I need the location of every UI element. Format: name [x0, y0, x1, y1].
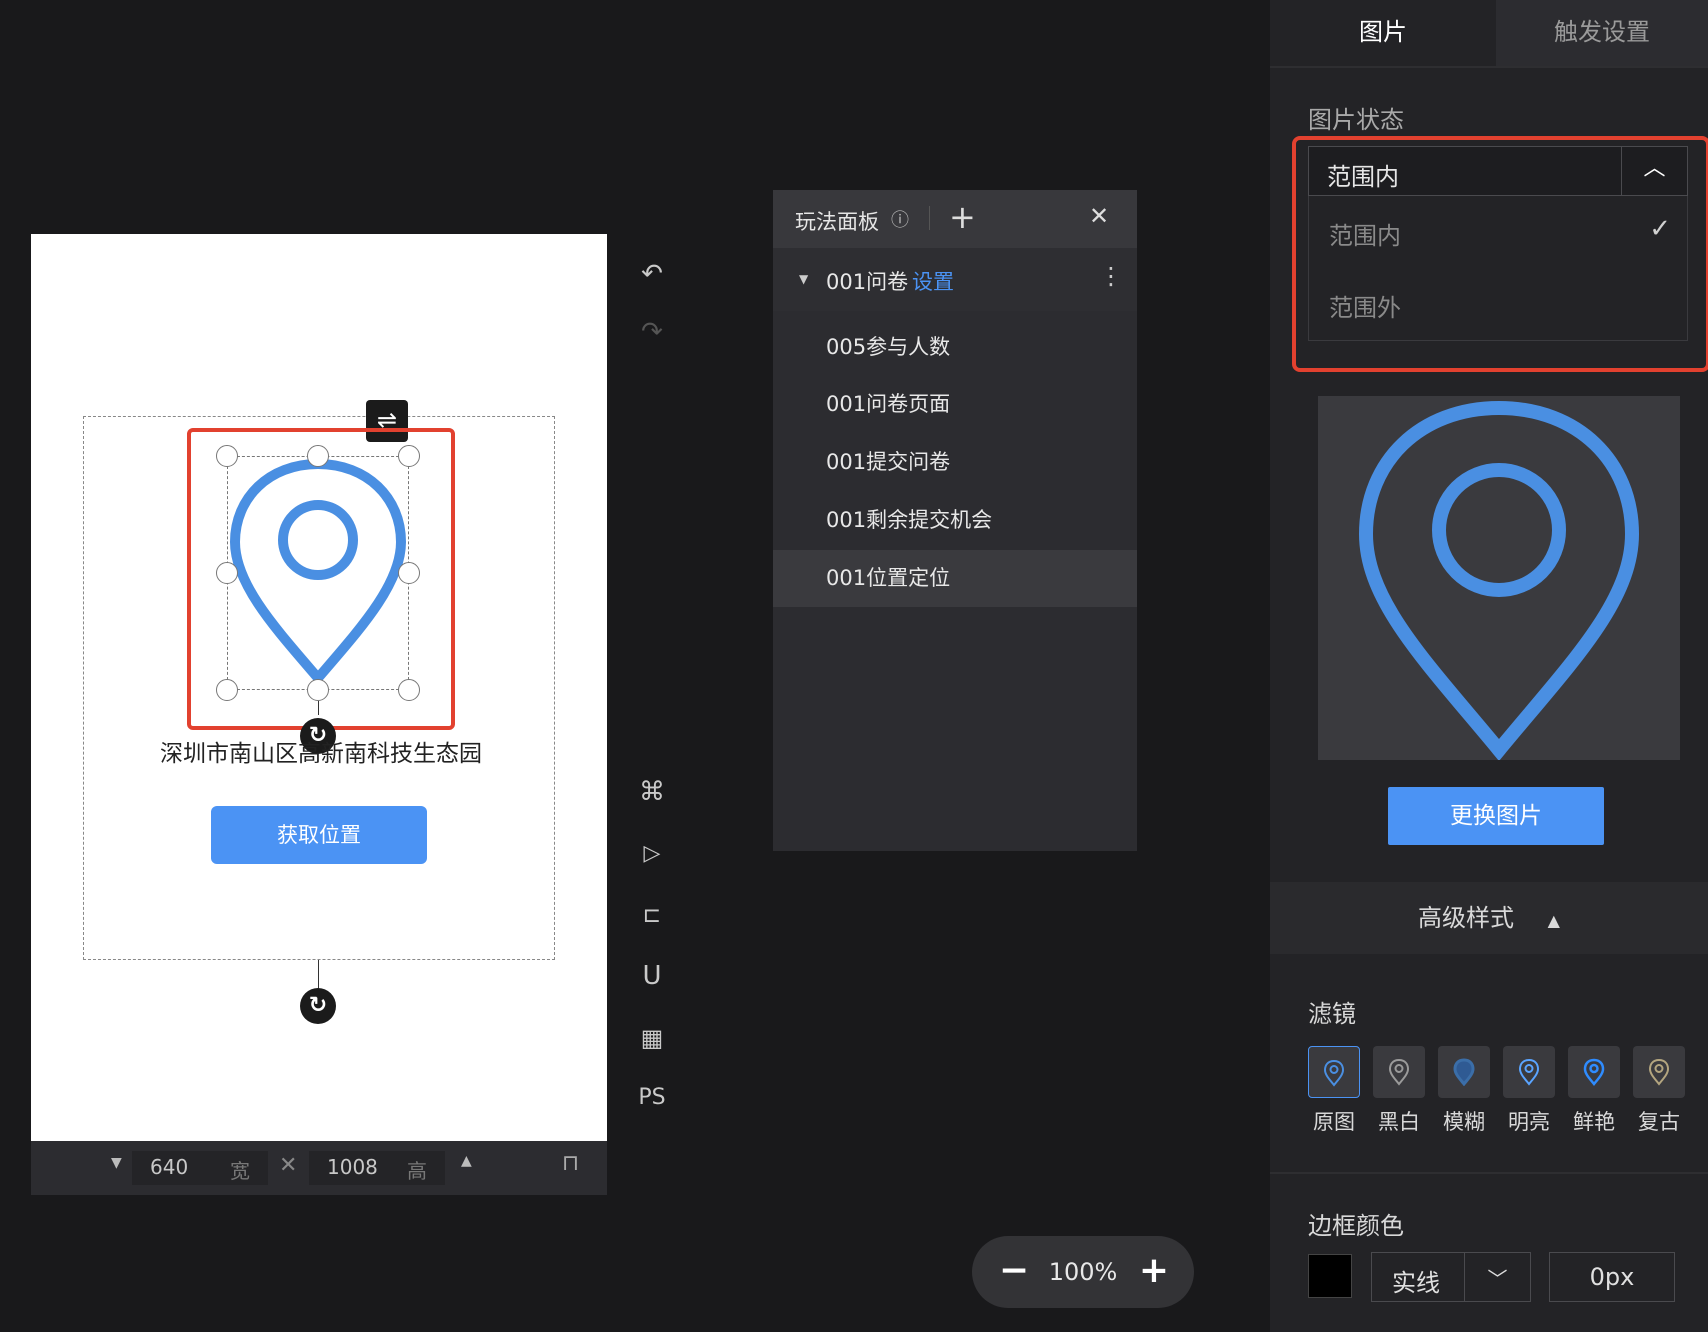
- image-state-label: 图片状态: [1308, 106, 1404, 134]
- preset-dropdown-icon[interactable]: ▼: [111, 1155, 122, 1171]
- pin-thumb-icon: [1323, 1059, 1345, 1087]
- command-icon[interactable]: ⌘: [632, 772, 672, 812]
- address-text[interactable]: 深圳市南山区高新南科技生态园: [131, 734, 511, 768]
- filter-label-bw: 黑白: [1378, 1110, 1420, 1134]
- border-color-label: 边框颜色: [1308, 1212, 1404, 1240]
- filter-blur[interactable]: [1438, 1046, 1490, 1098]
- get-location-button[interactable]: 获取位置: [211, 806, 427, 864]
- close-icon[interactable]: ✕: [1089, 202, 1109, 230]
- caret-down-icon[interactable]: ▼: [799, 272, 808, 286]
- advanced-style-toggle[interactable]: 高级样式 ▲: [1270, 882, 1708, 954]
- zoom-control: − 100% +: [972, 1236, 1194, 1308]
- zoom-in-icon[interactable]: +: [1132, 1248, 1176, 1296]
- highlight-box-dropdown: [1292, 136, 1708, 372]
- filter-original[interactable]: [1308, 1046, 1360, 1098]
- pin-thumb-icon: [1518, 1058, 1540, 1086]
- group-settings-link[interactable]: 设置: [912, 266, 954, 296]
- pin-thumb-icon: [1388, 1058, 1410, 1086]
- filter-label-original: 原图: [1313, 1110, 1355, 1134]
- chevron-down-icon[interactable]: ﹀: [1464, 1253, 1530, 1301]
- divider: [929, 206, 930, 230]
- rotate-line: [318, 701, 319, 715]
- properties-panel: 图片 触发设置 图片状态 范围内 ︿ 范围内 ✓ 范围外 更换图片 高级样式 ▲…: [1270, 0, 1708, 1332]
- ps-button[interactable]: PS: [632, 1078, 672, 1118]
- filter-vivid[interactable]: [1568, 1046, 1620, 1098]
- list-item[interactable]: 001提交问卷: [773, 434, 1137, 491]
- list-item[interactable]: 001剩余提交机会: [773, 492, 1137, 549]
- zoom-out-icon[interactable]: −: [992, 1248, 1036, 1296]
- pin-thumb-icon: [1453, 1058, 1475, 1087]
- triangle-up-icon: ▲: [1547, 911, 1560, 930]
- magnet-icon[interactable]: U: [632, 956, 672, 996]
- image-preview: [1318, 396, 1680, 760]
- filter-retro[interactable]: [1633, 1046, 1685, 1098]
- divider: [1270, 66, 1708, 68]
- filter-label-bright: 明亮: [1508, 1110, 1550, 1134]
- border-color-swatch[interactable]: [1308, 1254, 1352, 1298]
- zoom-level: 100%: [1048, 1258, 1118, 1286]
- replace-image-button[interactable]: 更换图片: [1388, 787, 1604, 845]
- lock-icon[interactable]: ⊓: [562, 1151, 579, 1176]
- more-icon[interactable]: ⋮: [1099, 262, 1123, 290]
- filter-label-retro: 复古: [1638, 1110, 1680, 1134]
- times-icon: ✕: [279, 1153, 298, 1178]
- triangle-up-icon[interactable]: ▲: [461, 1153, 472, 1169]
- canvas-size-bar: ▼ 640 宽 ✕ 1008 高 ▲ ⊓: [31, 1141, 607, 1195]
- phone-canvas[interactable]: ⇌ ↻ 深圳市南山区高新南科技生态园 获取位置 ↻: [31, 234, 607, 1141]
- redo-icon[interactable]: ↷: [632, 312, 672, 352]
- divider: [1270, 1172, 1708, 1174]
- gameplay-panel-title: 玩法面板: [795, 210, 879, 234]
- highlight-box-pin: [187, 428, 455, 730]
- filter-label-blur: 模糊: [1443, 1110, 1485, 1134]
- list-item-active[interactable]: 001位置定位: [773, 550, 1137, 607]
- border-style-select[interactable]: 实线 ﹀: [1371, 1252, 1531, 1302]
- pin-thumb-icon: [1583, 1058, 1605, 1087]
- tab-trigger-settings[interactable]: 触发设置: [1496, 0, 1708, 66]
- filter-label: 滤镜: [1308, 1000, 1356, 1028]
- undo-icon[interactable]: ↶: [632, 254, 672, 294]
- ruler-icon[interactable]: ⊏: [632, 896, 672, 936]
- list-item[interactable]: 005参与人数: [773, 319, 1137, 376]
- play-icon[interactable]: ▷: [632, 834, 672, 874]
- grid-icon[interactable]: ▦: [632, 1018, 672, 1058]
- group-rotate-icon[interactable]: ↻: [300, 988, 336, 1024]
- height-field[interactable]: 1008 高: [309, 1151, 445, 1185]
- list-item[interactable]: 001问卷页面: [773, 376, 1137, 433]
- gameplay-panel: 玩法面板 ⓘ + ✕ ▼ 001问卷 设置 ⋮ 005参与人数 001问卷页面 …: [773, 190, 1137, 851]
- info-icon[interactable]: ⓘ: [891, 206, 909, 232]
- tab-image[interactable]: 图片: [1270, 0, 1496, 66]
- filter-bw[interactable]: [1373, 1046, 1425, 1098]
- border-width-input[interactable]: 0px: [1549, 1252, 1675, 1302]
- width-field[interactable]: 640 宽: [132, 1151, 268, 1185]
- filter-label-vivid: 鲜艳: [1573, 1110, 1615, 1134]
- pin-thumb-icon: [1648, 1058, 1670, 1086]
- add-icon[interactable]: +: [949, 198, 976, 236]
- filter-bright[interactable]: [1503, 1046, 1555, 1098]
- group-row[interactable]: ▼ 001问卷 设置 ⋮: [773, 248, 1137, 311]
- group-name: 001问卷: [826, 270, 909, 294]
- gameplay-panel-header: 玩法面板 ⓘ + ✕: [773, 190, 1137, 248]
